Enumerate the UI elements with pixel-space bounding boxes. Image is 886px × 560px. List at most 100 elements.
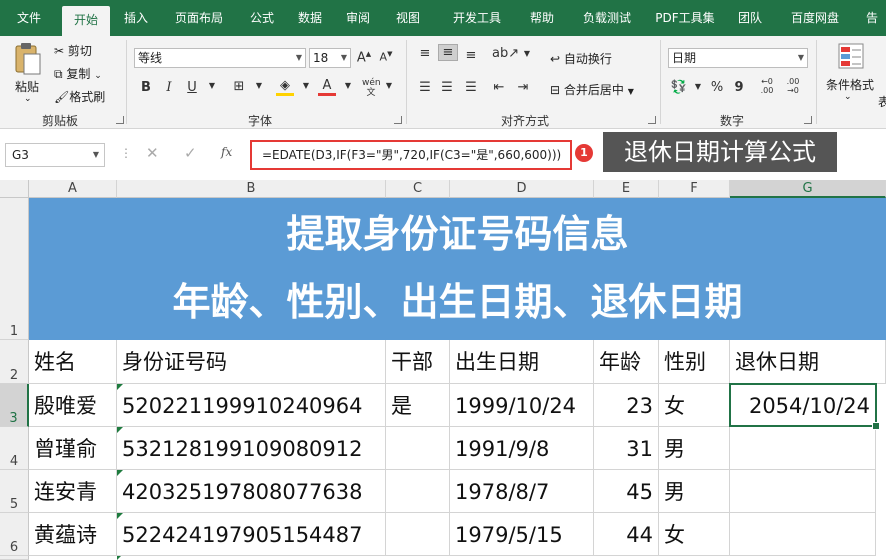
tab-home[interactable]: 开始 — [62, 6, 110, 36]
tab-load-test[interactable]: 负载测试 — [570, 0, 644, 36]
fill-color-icon[interactable]: ◈ — [276, 78, 294, 96]
number-launcher-icon[interactable] — [804, 116, 812, 124]
cell-b3[interactable]: 520221199910240964 — [117, 384, 386, 427]
cell-e5[interactable]: 45 — [594, 470, 659, 513]
cell-c6[interactable] — [386, 513, 450, 556]
currency-dropdown-icon[interactable]: ▼ — [689, 82, 707, 91]
cell-d3[interactable]: 1999/10/24 — [450, 384, 594, 427]
phonetic-guide-icon[interactable]: wén 文 — [362, 78, 381, 98]
decrease-decimal-icon[interactable]: .00 →0 — [784, 77, 802, 95]
row-header-7[interactable] — [0, 556, 29, 560]
align-left-icon[interactable]: ☰ — [416, 80, 434, 95]
column-header-c[interactable]: C — [386, 180, 450, 198]
underline-button[interactable]: U — [183, 80, 201, 95]
cell-e4[interactable]: 31 — [594, 427, 659, 470]
font-color-dropdown-icon[interactable]: ▼ — [339, 81, 357, 90]
cell-e6[interactable]: 44 — [594, 513, 659, 556]
tab-help[interactable]: 帮助 — [520, 0, 564, 36]
header-cell-name[interactable]: 姓名 — [29, 340, 117, 384]
number-format-combo[interactable]: 日期 ▼ — [668, 48, 808, 68]
insert-function-icon[interactable]: fx — [221, 145, 232, 159]
cell-f4[interactable]: 男 — [659, 427, 730, 470]
tab-review[interactable]: 审阅 — [336, 0, 380, 36]
increase-decimal-icon[interactable]: ←0.00 — [758, 77, 776, 95]
italic-button[interactable]: I — [160, 80, 178, 95]
phonetic-dropdown-icon[interactable]: ▼ — [380, 81, 398, 90]
cell-b4[interactable]: 532128199109080912 — [117, 427, 386, 470]
align-middle-icon[interactable]: ≡ — [438, 44, 458, 61]
align-top-icon[interactable]: ≡ — [416, 46, 434, 61]
column-header-d[interactable]: D — [450, 180, 594, 198]
cell-g4[interactable] — [730, 427, 876, 470]
cell-f6[interactable]: 女 — [659, 513, 730, 556]
tab-insert[interactable]: 插入 — [114, 0, 158, 36]
tab-tell-me[interactable]: 告 — [858, 0, 886, 36]
header-cell-age[interactable]: 年龄 — [594, 340, 659, 384]
more-options-icon[interactable]: ⋮ — [120, 146, 132, 160]
decrease-font-icon[interactable]: A▼ — [377, 50, 395, 64]
conditional-formatting-icon[interactable] — [836, 42, 866, 72]
conditional-formatting-button[interactable]: 条件格式 — [826, 76, 874, 93]
cut-button[interactable]: ✂ 剪切 — [54, 42, 92, 59]
select-all-corner[interactable] — [0, 180, 29, 198]
increase-font-icon[interactable]: A▲ — [355, 50, 373, 65]
clipboard-launcher-icon[interactable] — [116, 116, 124, 124]
currency-icon[interactable]: 💱 — [670, 80, 688, 95]
format-as-table-button[interactable]: 表 — [878, 93, 886, 110]
cell-c3[interactable]: 是 — [386, 384, 450, 427]
merge-center-button[interactable]: ⊟ 合并后居中 ▼ — [550, 81, 634, 98]
cell-a4[interactable]: 曾瑾俞 — [29, 427, 117, 470]
font-size-combo[interactable]: 18 ▼ — [309, 48, 351, 68]
font-color-button[interactable]: A — [318, 78, 336, 96]
row-header-5[interactable]: 5 — [0, 470, 29, 513]
increase-indent-icon[interactable]: ⇥ — [514, 80, 532, 95]
percent-button[interactable]: % — [708, 80, 726, 95]
header-cell-birthdate[interactable]: 出生日期 — [450, 340, 594, 384]
cell-d5[interactable]: 1978/8/7 — [450, 470, 594, 513]
name-box[interactable]: G3 ▼ — [5, 143, 105, 167]
underline-dropdown-icon[interactable]: ▼ — [203, 81, 221, 90]
row-header-1[interactable]: 1 — [0, 198, 29, 340]
cell-d6[interactable]: 1979/5/15 — [450, 513, 594, 556]
cell-b6[interactable]: 522424197905154487 — [117, 513, 386, 556]
column-header-g[interactable]: G — [730, 180, 886, 198]
paste-icon[interactable] — [12, 42, 42, 76]
decrease-indent-icon[interactable]: ⇤ — [490, 80, 508, 95]
row-header-2[interactable]: 2 — [0, 340, 29, 384]
cell-e3[interactable]: 23 — [594, 384, 659, 427]
column-header-f[interactable]: F — [659, 180, 730, 198]
cell-d4[interactable]: 1991/9/8 — [450, 427, 594, 470]
column-header-b[interactable]: B — [117, 180, 386, 198]
cell-g5[interactable] — [730, 470, 876, 513]
tab-file[interactable]: 文件 — [0, 0, 58, 36]
align-bottom-icon[interactable]: ≡ — [462, 48, 480, 63]
paste-button[interactable]: 粘贴 — [15, 78, 39, 95]
header-cell-id[interactable]: 身份证号码 — [117, 340, 386, 384]
orientation-dropdown-icon[interactable]: ▼ — [518, 49, 536, 58]
header-cell-retirement[interactable]: 退休日期 — [730, 340, 886, 384]
fill-color-dropdown-icon[interactable]: ▼ — [297, 81, 315, 90]
column-header-a[interactable]: A — [29, 180, 117, 198]
align-right-icon[interactable]: ☰ — [462, 80, 480, 95]
tab-baidu-netdisk[interactable]: 百度网盘 — [780, 0, 850, 36]
font-name-combo[interactable]: 等线 ▼ — [134, 48, 306, 68]
cell-a6[interactable]: 黄蕴诗 — [29, 513, 117, 556]
enter-icon[interactable]: ✓ — [184, 144, 197, 162]
header-cell-cadre[interactable]: 干部 — [386, 340, 450, 384]
tab-developer[interactable]: 开发工具 — [440, 0, 514, 36]
font-launcher-icon[interactable] — [394, 116, 402, 124]
borders-icon[interactable]: ⊞ — [230, 79, 248, 94]
tab-formulas[interactable]: 公式 — [240, 0, 284, 36]
header-cell-gender[interactable]: 性别 — [659, 340, 730, 384]
borders-dropdown-icon[interactable]: ▼ — [250, 81, 268, 90]
orientation-icon[interactable]: ab↗ — [492, 46, 519, 61]
row-header-3[interactable]: 3 — [0, 384, 29, 427]
conditional-dropdown-icon[interactable]: ⌄ — [844, 92, 852, 102]
row-header-4[interactable]: 4 — [0, 427, 29, 470]
formula-input[interactable]: =EDATE(D3,IF(F3="男",720,IF(C3="是",660,60… — [250, 140, 572, 170]
tab-data[interactable]: 数据 — [288, 0, 332, 36]
row-header-6[interactable]: 6 — [0, 513, 29, 556]
paste-dropdown-icon[interactable]: ⌄ — [24, 94, 32, 104]
align-center-icon[interactable]: ☰ — [438, 80, 456, 95]
tab-page-layout[interactable]: 页面布局 — [162, 0, 236, 36]
